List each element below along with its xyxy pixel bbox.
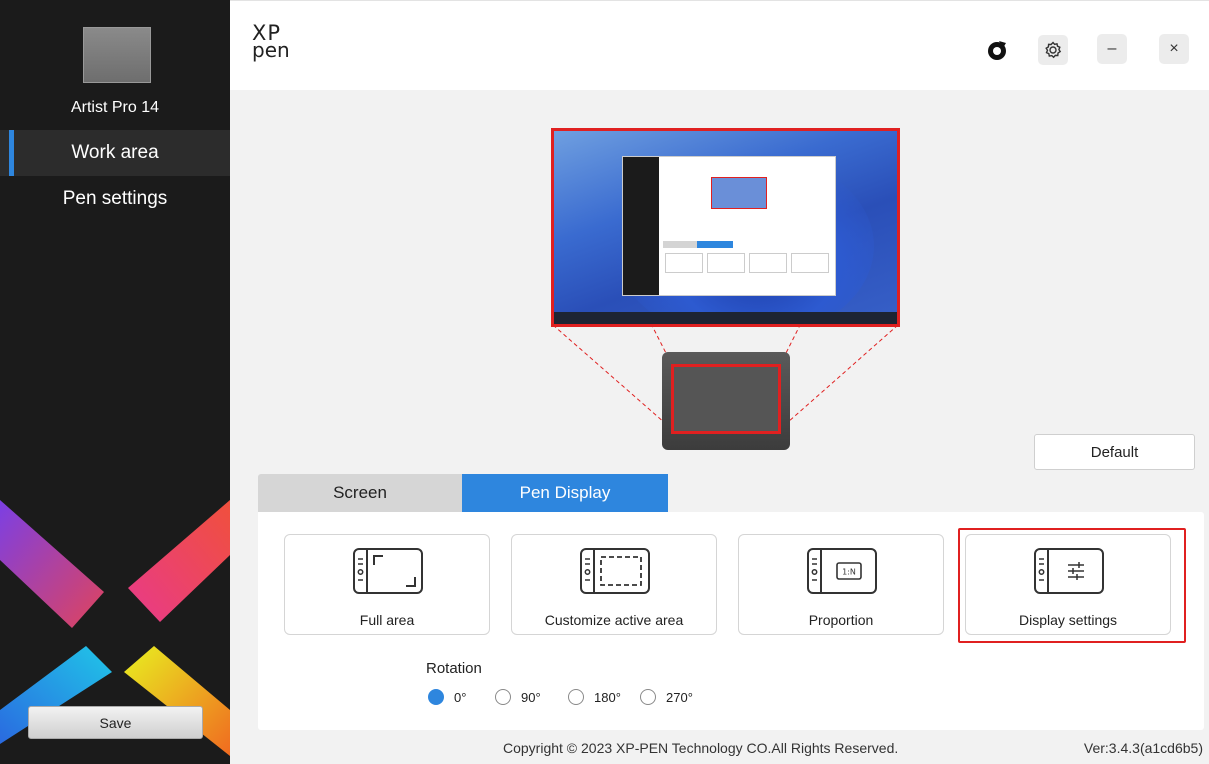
proportion-icon: 1:N [807,548,877,594]
pen-brand-icon[interactable] [982,35,1012,65]
radio[interactable] [568,689,584,705]
title-bar: XP pen – × [230,0,1209,90]
tab-pen-display[interactable]: Pen Display [462,474,668,512]
rotation-option-label: 0° [454,689,467,705]
device-thumbnail [83,27,151,83]
version-text: Ver:3.4.3(a1cd6b5) [1083,740,1203,756]
full-area-card[interactable]: Full area [284,534,490,635]
device-name: Artist Pro 14 [70,99,160,116]
monitor-preview [551,128,900,327]
app-screenshot-thumbnail [622,156,836,296]
tab-screen[interactable]: Screen [258,474,462,512]
rotation-label: Rotation [426,660,482,677]
radio[interactable] [495,689,511,705]
work-area-main: Default Screen Pen Display Full area Cus… [230,90,1209,764]
display-tabs: Screen Pen Display [258,474,668,512]
radio[interactable] [640,689,656,705]
proportion-glyph-text: 1:N [842,568,856,577]
full-area-label: Full area [359,612,415,628]
pen-display-preview [662,352,790,450]
sidebar-item-pen-settings[interactable]: Pen settings [0,176,230,222]
proportion-card[interactable]: 1:N Proportion [738,534,944,635]
customize-area-label: Customize active area [544,612,684,628]
display-settings-card[interactable]: Display settings [965,534,1171,635]
gear-icon[interactable] [1038,35,1068,65]
minimize-button[interactable]: – [1097,34,1127,64]
rotation-option-label: 90° [521,689,541,705]
mode-panel: Full area Customize active area 1:N Prop… [258,512,1204,730]
rotation-option-0[interactable]: 0° [428,688,466,706]
rotation-option-90[interactable]: 90° [495,688,541,706]
customize-area-icon [580,548,650,594]
rotation-option-label: 180° [594,689,621,705]
logo-line-2: pen [252,38,290,62]
rotation-option-180[interactable]: 180° [568,688,621,706]
sidebar: Artist Pro 14 Work area Pen settings Sav… [0,0,230,764]
active-area-frame[interactable] [671,364,781,434]
proportion-label: Proportion [808,612,874,628]
close-button[interactable]: × [1159,34,1189,64]
rotation-option-270[interactable]: 270° [640,688,693,706]
default-button[interactable]: Default [1034,434,1195,470]
customize-area-card[interactable]: Customize active area [511,534,717,635]
radio-selected[interactable] [428,689,444,705]
copyright-text: Copyright © 2023 XP-PEN Technology CO.Al… [503,740,899,756]
full-area-icon [353,548,423,594]
footer: Copyright © 2023 XP-PEN Technology CO.Al… [230,732,1209,764]
save-button[interactable]: Save [28,706,203,739]
rotation-option-label: 270° [666,689,693,705]
display-settings-label: Display settings [1018,612,1118,628]
display-settings-icon [1034,548,1104,594]
sidebar-item-work-area[interactable]: Work area [0,130,230,176]
xppen-logo: XP pen [252,23,292,62]
